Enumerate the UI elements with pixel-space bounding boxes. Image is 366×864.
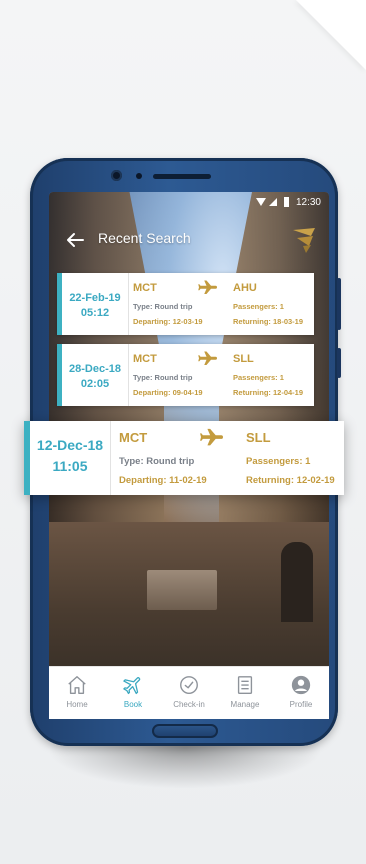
origin-code: MCT — [133, 353, 157, 365]
destination-code: AHU — [233, 282, 257, 294]
departing-date: Departing: 11-02-19 — [119, 475, 207, 486]
background-bench — [147, 570, 217, 610]
search-date: 22-Feb-19 — [69, 292, 121, 304]
destination-code: SLL — [233, 353, 254, 365]
nav-label: Home — [66, 700, 88, 709]
corner-fold — [296, 0, 366, 70]
status-bar: 12:30 — [49, 192, 329, 214]
search-time: 11:05 — [52, 458, 88, 474]
check-circle-icon — [180, 676, 198, 694]
origin-code: MCT — [119, 430, 148, 445]
passengers: Passengers: 1 — [233, 373, 284, 382]
search-datetime: 22-Feb-19 05:12 — [62, 273, 129, 335]
nav-item-home[interactable]: Home — [49, 667, 105, 719]
nav-label: Book — [123, 700, 143, 709]
returning-date: Returning: 12-04-19 — [233, 388, 304, 397]
plane-icon — [198, 280, 217, 294]
nav-label: Check-in — [173, 700, 205, 709]
recent-search-card[interactable]: 28-Dec-18 02:05 MCT SLL Type: Round trip… — [57, 344, 314, 406]
front-camera — [111, 170, 122, 181]
plane-icon — [200, 428, 223, 446]
home-icon — [68, 676, 86, 694]
signal-icon — [269, 198, 277, 206]
plane-icon — [123, 677, 141, 695]
trip-type: Type: Round trip — [133, 373, 193, 382]
origin-code: MCT — [133, 282, 157, 294]
search-date: 28-Dec-18 — [69, 363, 121, 375]
search-datetime: 28-Dec-18 02:05 — [62, 344, 129, 406]
returning-date: Returning: 12-02-19 — [246, 475, 335, 486]
nav-item-check-in[interactable]: Check-in — [161, 667, 217, 719]
search-datetime: 12-Dec-18 11:05 — [30, 421, 111, 495]
app-bar: Recent Search — [49, 220, 329, 260]
trip-type: Type: Round trip — [133, 302, 193, 311]
destination-code: SLL — [246, 430, 271, 445]
status-time: 12:30 — [295, 197, 321, 208]
list-icon — [237, 676, 253, 694]
power-button — [337, 348, 341, 378]
page-title: Recent Search — [98, 230, 191, 246]
home-key[interactable] — [152, 724, 218, 738]
returning-date: Returning: 18-03-19 — [233, 317, 304, 326]
nav-item-profile[interactable]: Profile — [273, 667, 329, 719]
wifi-icon — [256, 198, 266, 206]
plane-icon — [198, 351, 217, 365]
battery-icon — [284, 197, 289, 207]
bottom-navigation: Home Book Check-in Manage Profile — [49, 666, 329, 719]
nav-label: Manage — [230, 700, 260, 709]
sensor — [136, 173, 142, 179]
volume-button — [337, 278, 341, 330]
trip-type: Type: Round trip — [119, 456, 195, 467]
search-date: 12-Dec-18 — [36, 437, 104, 453]
departing-date: Departing: 09-04-19 — [133, 388, 203, 397]
back-arrow-icon[interactable] — [63, 228, 87, 252]
recent-search-card[interactable]: 22-Feb-19 05:12 MCT AHU Type: Round trip… — [57, 273, 314, 335]
passengers: Passengers: 1 — [246, 456, 311, 467]
earpiece — [153, 174, 211, 179]
nav-item-book[interactable]: Book — [105, 667, 161, 719]
search-time: 02:05 — [80, 378, 110, 390]
user-icon — [291, 675, 311, 695]
passengers: Passengers: 1 — [233, 302, 284, 311]
nav-item-manage[interactable]: Manage — [217, 667, 273, 719]
background-door — [281, 542, 313, 622]
recent-search-card-highlighted[interactable]: 12-Dec-18 11:05 MCT SLL Type: Round trip… — [24, 421, 344, 495]
search-time: 05:12 — [80, 307, 110, 319]
departing-date: Departing: 12-03-19 — [133, 317, 203, 326]
airline-logo-icon[interactable] — [289, 224, 319, 256]
nav-label: Profile — [289, 700, 313, 709]
